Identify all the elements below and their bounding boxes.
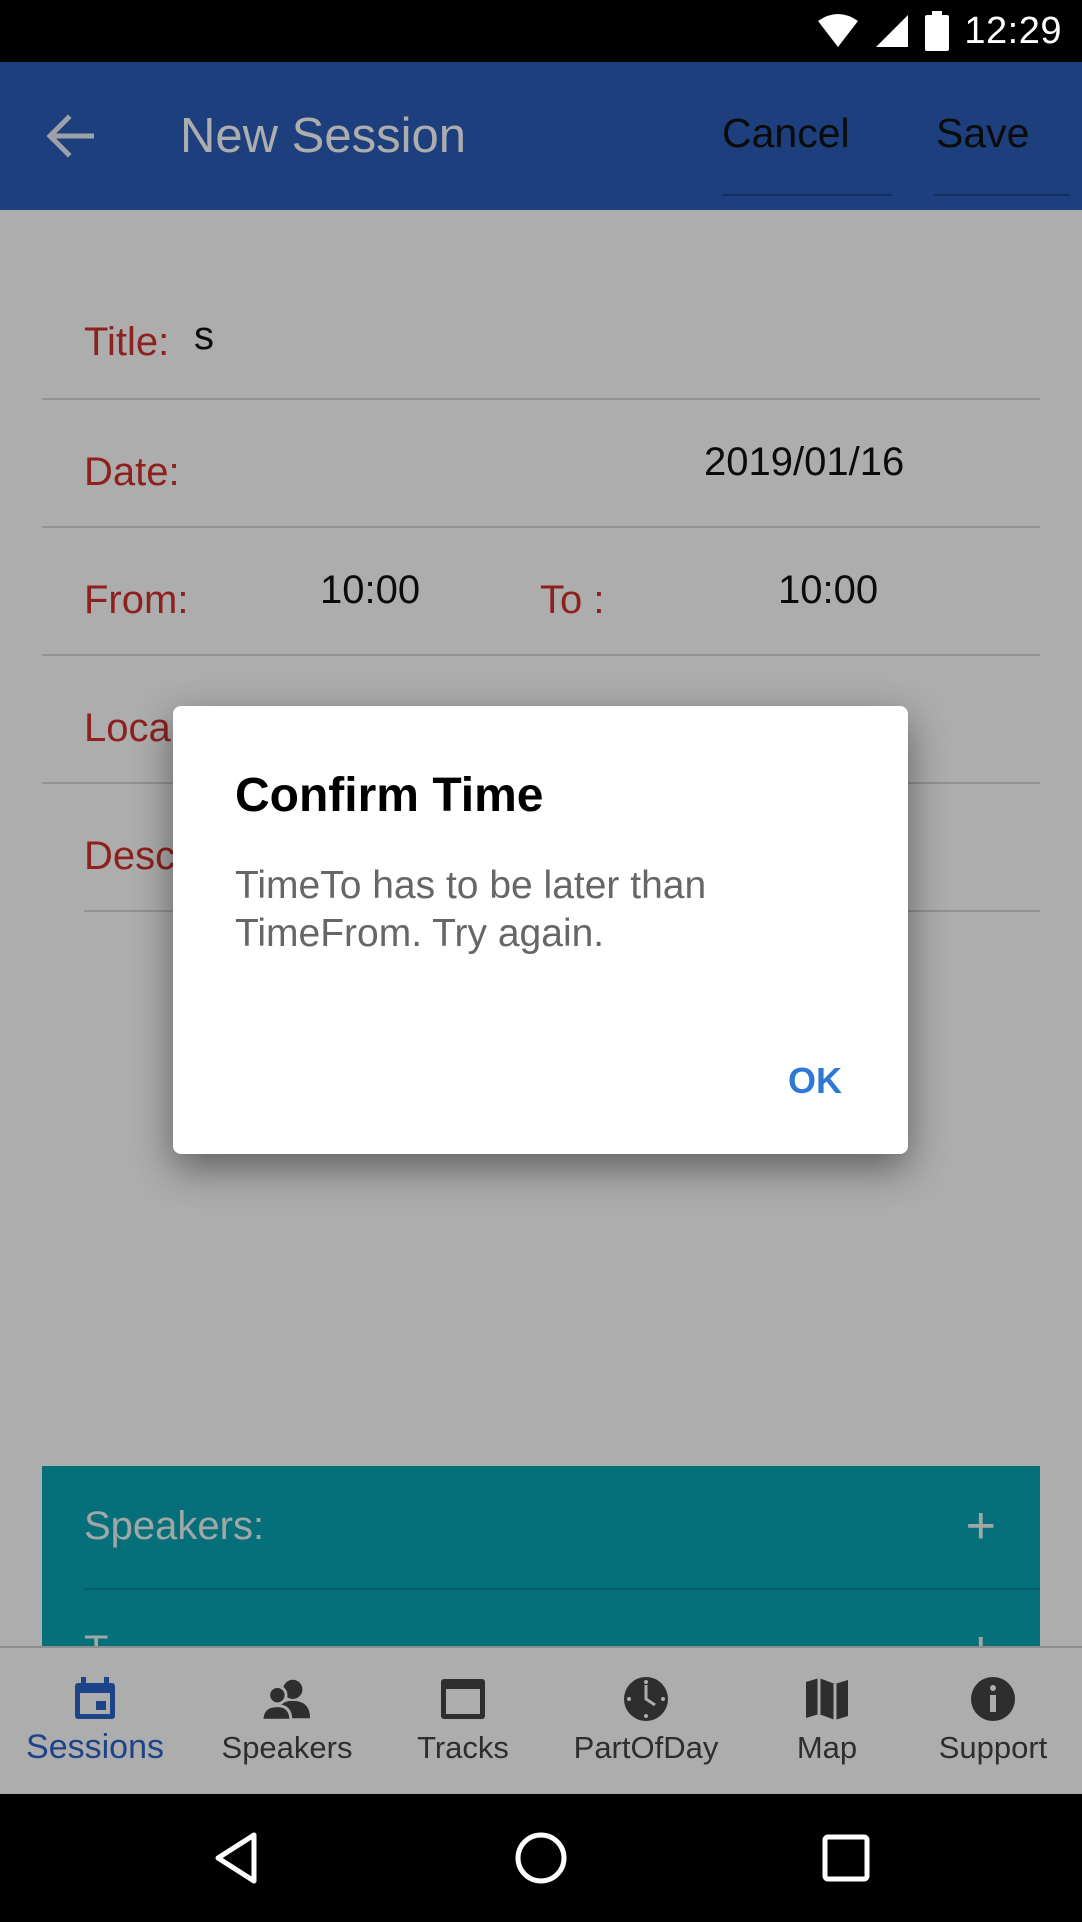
screen: 12:29 New Session Cancel Save Title: s D… xyxy=(0,0,1082,1922)
home-circle-icon xyxy=(515,1832,567,1884)
status-time: 12:29 xyxy=(964,9,1062,52)
recents-square-icon xyxy=(822,1834,870,1882)
dialog-title: Confirm Time xyxy=(235,769,544,822)
ok-button[interactable]: OK xyxy=(788,1060,842,1102)
back-triangle-icon xyxy=(215,1832,257,1884)
system-back-button[interactable] xyxy=(204,1826,268,1890)
wifi-icon xyxy=(818,14,859,47)
signal-icon xyxy=(876,15,909,47)
battery-icon xyxy=(925,11,950,51)
system-recents-button[interactable] xyxy=(814,1826,878,1890)
status-icons: 12:29 xyxy=(816,8,1062,54)
confirm-time-dialog: Confirm Time TimeTo has to be later than… xyxy=(173,706,908,1154)
dialog-message: TimeTo has to be later than TimeFrom. Tr… xyxy=(235,864,707,955)
system-home-button[interactable] xyxy=(509,1826,573,1890)
system-navigation-bar xyxy=(0,1794,1082,1922)
status-bar: 12:29 xyxy=(0,0,1082,62)
